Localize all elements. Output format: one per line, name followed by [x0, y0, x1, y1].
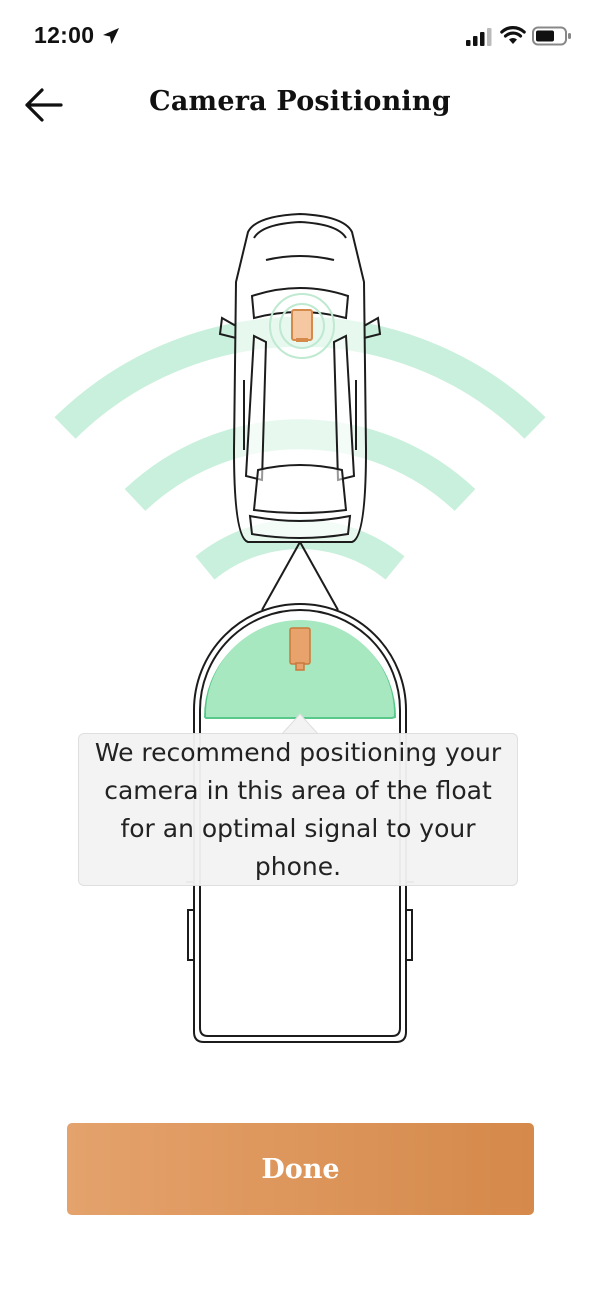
positioning-illustration [0, 150, 600, 1070]
battery-icon [532, 26, 571, 46]
status-time: 12:00 [34, 22, 95, 48]
cellular-signal-icon [466, 28, 492, 46]
float-camera-icon [289, 627, 311, 665]
page-title: Camera Positioning [149, 86, 451, 117]
car-camera-icon [291, 309, 313, 341]
location-arrow-icon [103, 28, 119, 44]
done-button-label: Done [261, 1153, 340, 1185]
wifi-icon [500, 26, 526, 44]
car-outline [218, 212, 382, 543]
connector-lines [261, 541, 339, 611]
done-button[interactable]: Done [67, 1123, 534, 1215]
recommendation-tooltip: We recommend positioning your camera in … [78, 733, 518, 886]
nav-bar: Camera Positioning [0, 74, 600, 134]
tooltip-text: We recommend positioning your camera in … [94, 737, 502, 881]
status-bar: 12:00 [0, 0, 600, 74]
